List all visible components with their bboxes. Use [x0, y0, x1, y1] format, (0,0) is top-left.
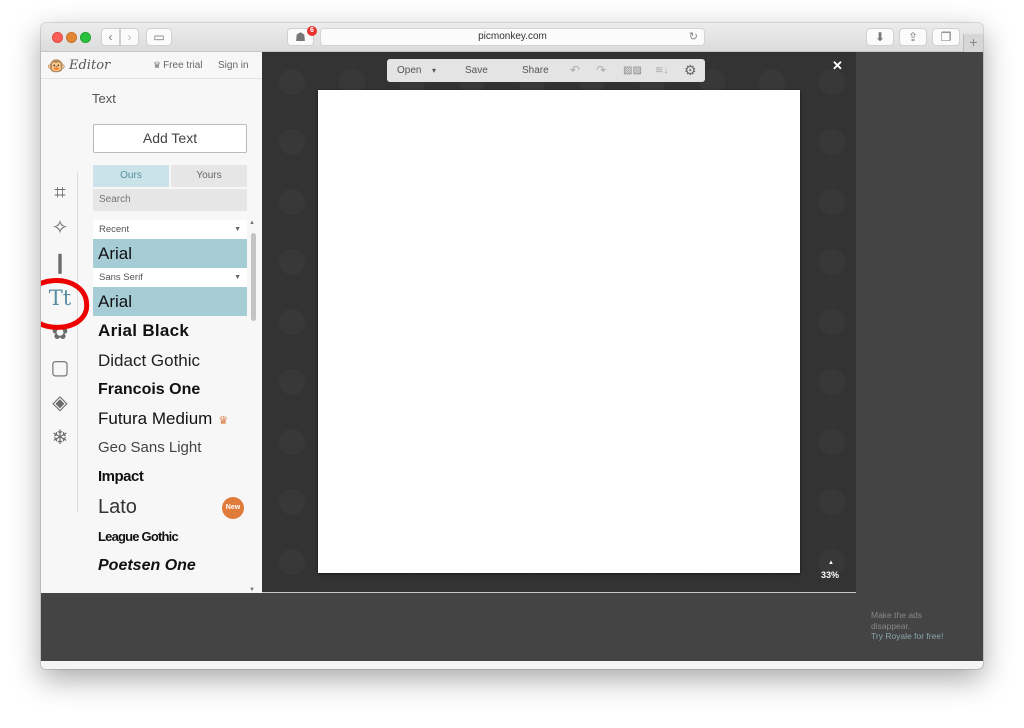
font-item[interactable]: Futura Medium ♛: [93, 404, 247, 434]
caret-down-icon: ▼: [234, 226, 241, 233]
font-item[interactable]: Geo Sans Light: [93, 434, 247, 462]
red-circle-annotation: [41, 275, 91, 333]
window-maximize-button[interactable]: [80, 32, 91, 43]
plus-icon: +: [969, 34, 978, 50]
new-badge: New: [222, 497, 244, 519]
window-minimize-button[interactable]: [66, 32, 77, 43]
free-trial-link[interactable]: ♛ Free trial: [153, 60, 203, 71]
share-button[interactable]: Share: [522, 59, 549, 82]
bottom-strip: [41, 661, 983, 669]
tab-ours[interactable]: Ours: [93, 165, 169, 187]
address-bar[interactable]: picmonkey.com ↻: [320, 28, 705, 46]
chevron-right-icon: ›: [127, 30, 132, 44]
browser-titlebar: ‹ › ▭ ☗ 6 picmonkey.com ↻ ⬇ ⇪ ❐ +: [41, 23, 983, 52]
font-list-scrollbar[interactable]: ▲ ▼: [249, 220, 257, 593]
font-item[interactable]: Poetsen One: [93, 551, 247, 581]
font-item[interactable]: Didact Gothic: [93, 346, 247, 375]
redo-icon[interactable]: ↷: [596, 59, 606, 82]
sign-in-link[interactable]: Sign in: [218, 60, 249, 71]
category-dropdown[interactable]: Sans Serif ▼: [93, 268, 247, 287]
royale-crown-icon: ♛: [218, 415, 229, 427]
downloads-button[interactable]: ⬇: [866, 28, 894, 46]
share-button[interactable]: ⇪: [899, 28, 927, 46]
crown-icon: ♛: [153, 60, 162, 70]
window-close-button[interactable]: [52, 32, 63, 43]
open-dropdown-icon[interactable]: ▾: [432, 59, 436, 82]
ad-line-1: Make the ads: [871, 610, 923, 620]
font-source-tabs: Ours Yours: [93, 165, 247, 187]
layers-icon[interactable]: ≋↓: [655, 59, 668, 82]
frames-icon[interactable]: ▢: [47, 355, 73, 381]
compare-icon[interactable]: ▨▨: [623, 59, 642, 82]
font-item[interactable]: Lato New: [93, 492, 247, 523]
browser-window: ‹ › ▭ ☗ 6 picmonkey.com ↻ ⬇ ⇪ ❐ + 🐵 Edit…: [41, 23, 983, 669]
show-tabs-button[interactable]: ❐: [932, 28, 960, 46]
ghost-icon: ☗: [295, 30, 306, 44]
canvas-area: Open ▾ Save Share ↶ ↷ ▨▨ ≋↓ ⚙ ✕ ▲ 33%: [262, 52, 856, 593]
new-tab-button[interactable]: +: [963, 34, 983, 52]
right-ad-area: Make the ads disappear. Try Royale for f…: [856, 52, 983, 669]
editor-header: 🐵 Editor ♛ Free trial Sign in: [41, 52, 262, 79]
picmonkey-logo-icon[interactable]: 🐵: [47, 57, 66, 75]
recent-dropdown-label: Recent: [99, 224, 130, 235]
try-royale-link[interactable]: Try Royale for free!: [871, 631, 943, 642]
tab-yours[interactable]: Yours: [171, 165, 247, 187]
editor-toolbar: Open ▾ Save Share ↶ ↷ ▨▨ ≋↓ ⚙: [387, 59, 705, 82]
zoom-caret-icon[interactable]: ▲: [828, 560, 834, 566]
undo-icon[interactable]: ↶: [570, 59, 580, 82]
download-icon: ⬇: [874, 30, 886, 44]
extension-badge: 6: [307, 26, 317, 36]
ad-line-2: disappear.: [871, 620, 911, 631]
save-button[interactable]: Save: [465, 59, 488, 82]
font-item-label: Futura Medium: [98, 409, 213, 428]
caret-down-icon: ▼: [234, 274, 241, 281]
settings-gear-icon[interactable]: ⚙: [684, 59, 697, 82]
font-item[interactable]: Arial Black: [93, 316, 247, 346]
open-button[interactable]: Open: [397, 59, 421, 82]
image-canvas[interactable]: [318, 90, 800, 573]
back-button[interactable]: ‹: [101, 28, 120, 46]
category-dropdown-label: Sans Serif: [99, 272, 143, 283]
forward-button[interactable]: ›: [120, 28, 139, 46]
effects-wand-icon[interactable]: ✧: [47, 215, 73, 241]
font-item[interactable]: Impact: [93, 462, 247, 492]
font-item[interactable]: League Gothic: [93, 523, 247, 551]
scroll-up-arrow-icon[interactable]: ▲: [249, 220, 255, 226]
touch-up-lipstick-icon[interactable]: ❙: [47, 250, 73, 276]
font-list: Recent ▼ Arial Sans Serif ▼ Arial Arial …: [93, 220, 247, 593]
selected-font-item[interactable]: Arial: [93, 287, 247, 316]
font-item[interactable]: Francois One: [93, 375, 247, 404]
recent-font-item[interactable]: Arial: [93, 239, 247, 268]
tool-rail: ⌗ ✧ ❙ Tt ✿ ▢ ◈ ❄: [41, 172, 78, 512]
font-search-input[interactable]: [93, 189, 247, 211]
crop-tool-icon[interactable]: ⌗: [47, 180, 73, 206]
tabs-icon: ❐: [940, 30, 952, 44]
zoom-level[interactable]: 33%: [821, 570, 839, 580]
editor-sidebar: 🐵 Editor ♛ Free trial Sign in ⌗ ✧ ❙ Tt ✿ …: [41, 52, 262, 593]
bottom-ad-area: [41, 593, 856, 661]
textures-icon[interactable]: ◈: [47, 390, 73, 416]
url-text: picmonkey.com: [478, 31, 547, 42]
sidebar-toggle-button[interactable]: ▭: [146, 28, 172, 46]
editor-logo-text: Editor: [69, 58, 111, 73]
sidebar-icon: ▭: [153, 30, 165, 44]
ad-upsell: Make the ads disappear. Try Royale for f…: [871, 610, 943, 642]
close-editor-icon[interactable]: ✕: [832, 58, 843, 74]
themes-snowflake-icon[interactable]: ❄: [47, 425, 73, 451]
recent-dropdown[interactable]: Recent ▼: [93, 220, 247, 239]
add-text-button[interactable]: Add Text: [93, 124, 247, 153]
scroll-thumb[interactable]: [251, 233, 256, 321]
font-item-label: Lato: [98, 496, 137, 518]
free-trial-label: Free trial: [163, 60, 203, 71]
reload-icon[interactable]: ↻: [689, 29, 698, 45]
panel-title: Text: [92, 91, 116, 106]
share-icon: ⇪: [907, 30, 919, 44]
chevron-left-icon: ‹: [108, 30, 113, 44]
page-content: 🐵 Editor ♛ Free trial Sign in ⌗ ✧ ❙ Tt ✿ …: [41, 52, 983, 669]
